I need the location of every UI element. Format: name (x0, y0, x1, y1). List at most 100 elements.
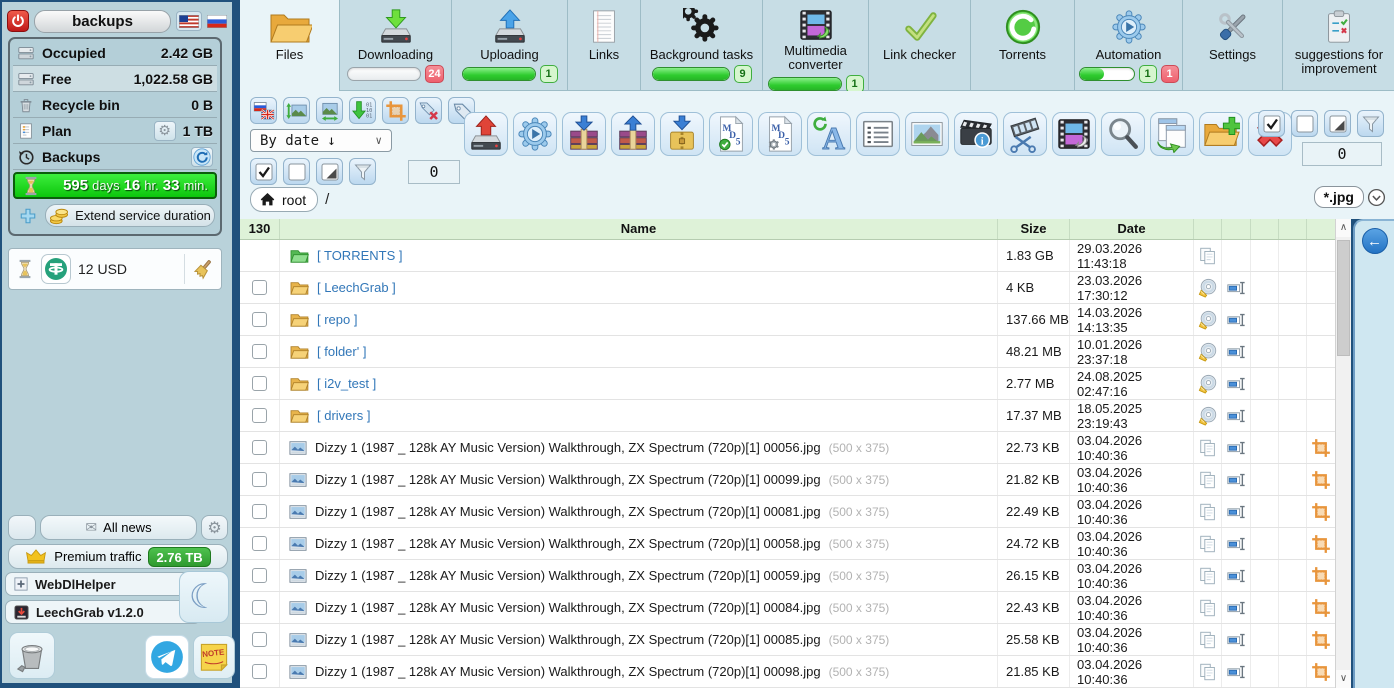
table-row[interactable]: Dizzy 1 (1987 _ 128k AY Music Version) W… (240, 656, 1335, 688)
sidebar-stat-free[interactable]: Free1,022.58 GB (13, 66, 217, 92)
premium-traffic-button[interactable]: Premium traffic 2.76 TB (8, 544, 228, 569)
language-english-button[interactable] (176, 11, 202, 31)
copy-pages-action[interactable] (1198, 662, 1218, 682)
row-checkbox[interactable] (252, 472, 267, 487)
file-name[interactable]: [ folder' ] (317, 344, 366, 359)
extension-filter-dropdown[interactable] (1367, 188, 1386, 207)
cd-burn-action[interactable] (1198, 310, 1218, 330)
image-view-button[interactable] (905, 112, 949, 156)
column-name[interactable]: Name (279, 219, 997, 239)
plan-settings-button[interactable]: ⚙ (154, 121, 176, 141)
sidebar-stat-recycle-bin[interactable]: Recycle bin0 B (13, 92, 217, 118)
collapse-panel-button[interactable]: ← (1362, 228, 1388, 254)
rename-action[interactable] (1226, 598, 1246, 618)
row-checkbox[interactable] (252, 376, 267, 391)
file-name[interactable]: [ repo ] (317, 312, 357, 327)
row-checkbox[interactable] (252, 536, 267, 551)
row-checkbox[interactable] (252, 344, 267, 359)
cd-burn-action[interactable] (1198, 406, 1218, 426)
image-vertical-button[interactable] (283, 97, 310, 124)
video-convert-button[interactable] (1052, 112, 1096, 156)
table-row[interactable]: [ TORRENTS ]1.83 GB29.03.2026 11:43:18 (240, 240, 1335, 272)
telegram-button[interactable] (145, 635, 189, 679)
copy-pages-action[interactable] (1198, 630, 1218, 650)
tab-links[interactable]: Links (568, 0, 641, 91)
row-checkbox[interactable] (252, 664, 267, 679)
select-all-button[interactable] (1258, 110, 1285, 137)
cd-burn-action[interactable] (1198, 374, 1218, 394)
scroll-up-icon[interactable]: ∧ (1336, 219, 1351, 237)
tab-files[interactable]: Files (240, 0, 340, 91)
rename-action[interactable] (1226, 630, 1246, 650)
table-row[interactable]: Dizzy 1 (1987 _ 128k AY Music Version) W… (240, 624, 1335, 656)
crop-action[interactable] (1311, 502, 1331, 522)
automation-gear-button[interactable] (513, 112, 557, 156)
md5-check-button[interactable]: MD5 (709, 112, 753, 156)
rename-action[interactable] (1226, 406, 1246, 426)
row-checkbox[interactable] (252, 280, 267, 295)
md5-calc-button[interactable]: MD5 (758, 112, 802, 156)
tab-settings[interactable]: Settings (1183, 0, 1283, 91)
file-name[interactable]: [ TORRENTS ] (317, 248, 402, 263)
rename-font-button[interactable]: A (807, 112, 851, 156)
list-button[interactable] (856, 112, 900, 156)
copy-pages-action[interactable] (1198, 598, 1218, 618)
copy-pages-action[interactable] (1198, 502, 1218, 522)
tab-link-checker[interactable]: Link checker (869, 0, 971, 91)
crop-action[interactable] (1311, 662, 1331, 682)
breadcrumb-root[interactable]: root (250, 187, 318, 212)
row-checkbox[interactable] (252, 312, 267, 327)
table-row[interactable]: [ i2v_test ]2.77 MB24.08.2025 02:47:16 (240, 368, 1335, 400)
video-info-button[interactable]: i (954, 112, 998, 156)
rename-action[interactable] (1226, 438, 1246, 458)
file-name[interactable]: Dizzy 1 (1987 _ 128k AY Music Version) W… (315, 568, 821, 583)
sidebar-stat-plan[interactable]: Plan⚙1 TB (13, 118, 217, 144)
column-count[interactable]: 130 (240, 219, 279, 239)
tab-multimedia-converter[interactable]: Multimedia converter1 (763, 0, 869, 91)
rename-action[interactable] (1226, 662, 1246, 682)
tab-downloading[interactable]: Downloading24 (340, 0, 452, 91)
download-digits-button[interactable]: 011001 (349, 97, 376, 124)
news-settings-button[interactable]: ⚙ (201, 515, 228, 540)
select-all-button[interactable] (250, 158, 277, 185)
flag-ru-icon[interactable] (207, 15, 227, 28)
file-name[interactable]: Dizzy 1 (1987 _ 128k AY Music Version) W… (315, 472, 821, 487)
all-news-button[interactable]: ✉ All news (40, 515, 197, 540)
sidebar-stat-backups[interactable]: Backups (13, 144, 217, 170)
crop-action[interactable] (1311, 470, 1331, 490)
video-cut-button[interactable] (1003, 112, 1047, 156)
upload-button[interactable] (464, 112, 508, 156)
dark-mode-button[interactable]: ☾ (179, 571, 229, 623)
tags-remove-button[interactable] (415, 97, 442, 124)
table-row[interactable]: [ folder' ]48.21 MB10.01.2026 23:37:18 (240, 336, 1335, 368)
sort-select[interactable]: By date ↓ ∨ (250, 129, 392, 152)
rename-action[interactable] (1226, 566, 1246, 586)
filter-button[interactable] (349, 158, 376, 185)
sidebar-stat-occupied[interactable]: Occupied2.42 GB (13, 40, 217, 66)
table-row[interactable]: Dizzy 1 (1987 _ 128k AY Music Version) W… (240, 464, 1335, 496)
file-name[interactable]: Dizzy 1 (1987 _ 128k AY Music Version) W… (315, 664, 821, 679)
copy-pages-action[interactable] (1198, 438, 1218, 458)
column-date[interactable]: Date (1069, 219, 1193, 239)
file-name[interactable]: Dizzy 1 (1987 _ 128k AY Music Version) W… (315, 600, 821, 615)
blank-button[interactable] (8, 515, 36, 540)
crop-button[interactable] (382, 97, 409, 124)
table-scrollbar[interactable]: ∧ ∨ (1335, 219, 1351, 688)
rar-download-button[interactable] (562, 112, 606, 156)
rename-action[interactable] (1226, 502, 1246, 522)
power-button[interactable] (7, 10, 29, 32)
tab-uploading[interactable]: Uploading1 (452, 0, 568, 91)
table-row[interactable]: Dizzy 1 (1987 _ 128k AY Music Version) W… (240, 496, 1335, 528)
rename-action[interactable] (1226, 534, 1246, 554)
table-row[interactable]: [ LeechGrab ]4 KB23.03.2026 17:30:12 (240, 272, 1335, 304)
file-name[interactable]: [ drivers ] (317, 408, 370, 423)
select-invert-button[interactable] (1324, 110, 1351, 137)
rename-action[interactable] (1226, 342, 1246, 362)
file-name[interactable]: Dizzy 1 (1987 _ 128k AY Music Version) W… (315, 504, 821, 519)
file-name[interactable]: [ i2v_test ] (317, 376, 376, 391)
select-invert-button[interactable] (316, 158, 343, 185)
table-row[interactable]: Dizzy 1 (1987 _ 128k AY Music Version) W… (240, 592, 1335, 624)
table-row[interactable]: Dizzy 1 (1987 _ 128k AY Music Version) W… (240, 560, 1335, 592)
translate-button[interactable] (250, 97, 277, 124)
scroll-down-icon[interactable]: ∨ (1336, 670, 1351, 688)
